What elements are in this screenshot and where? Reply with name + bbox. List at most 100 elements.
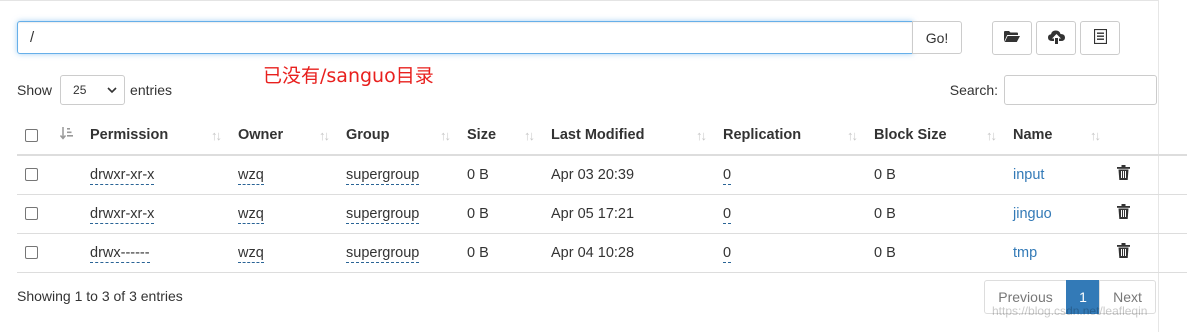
column-header-permission[interactable]: Permission ↑↓	[82, 116, 230, 156]
column-header-owner[interactable]: Owner ↑↓	[230, 116, 338, 156]
path-input[interactable]	[17, 21, 913, 54]
permission-cell: drwx------	[82, 233, 230, 273]
name-cell: jinguo	[1005, 194, 1109, 234]
search-input[interactable]	[1004, 75, 1157, 105]
file-name-link[interactable]: input	[1013, 167, 1044, 183]
last-modified-cell: Apr 03 20:39	[543, 155, 715, 195]
row-checkbox[interactable]	[25, 168, 38, 182]
name-cell: tmp	[1005, 233, 1109, 273]
search-control: Search:	[950, 75, 1157, 105]
view-list-button[interactable]	[1080, 21, 1120, 55]
sort-arrows-icon: ↑↓	[440, 128, 451, 143]
select-all-checkbox[interactable]	[25, 128, 38, 142]
size-cell: 0 B	[459, 233, 543, 273]
replication-cell: 0	[715, 155, 866, 195]
list-icon	[1093, 28, 1107, 47]
group-cell: supergroup	[338, 233, 459, 273]
file-name-link[interactable]: jinguo	[1013, 206, 1052, 222]
sort-header[interactable]	[52, 116, 82, 156]
group-cell: supergroup	[338, 155, 459, 195]
block-size-cell: 0 B	[866, 233, 1005, 273]
row-select-cell	[17, 194, 52, 234]
replication-value[interactable]: 0	[723, 166, 732, 185]
red-annotation: 已没有/sanguo目录	[263, 65, 434, 87]
trash-icon[interactable]	[1117, 243, 1130, 258]
permission-value[interactable]: drwxr-xr-x	[90, 205, 155, 224]
sort-arrows-icon: ↑↓	[1090, 128, 1101, 143]
column-label: Replication	[723, 127, 802, 143]
sort-arrows-icon: ↑↓	[696, 128, 707, 143]
column-header-size[interactable]: Size ↑↓	[459, 116, 543, 156]
owner-value[interactable]: wzq	[238, 244, 264, 263]
actions-cell	[1109, 233, 1187, 273]
table-info: Showing 1 to 3 of 3 entries	[17, 288, 183, 304]
owner-value[interactable]: wzq	[238, 166, 264, 185]
cloud-upload-icon	[1047, 30, 1065, 47]
empty-cell	[52, 233, 82, 273]
column-header-group[interactable]: Group ↑↓	[338, 116, 459, 156]
go-button[interactable]: Go!	[912, 21, 962, 54]
sort-amount-icon	[59, 127, 74, 144]
row-select-cell	[17, 155, 52, 195]
permission-value[interactable]: drwx------	[90, 244, 150, 263]
permission-value[interactable]: drwxr-xr-x	[90, 166, 155, 185]
sort-arrows-icon: ↑↓	[319, 128, 330, 143]
column-label: Name	[1013, 127, 1053, 143]
replication-value[interactable]: 0	[723, 205, 732, 224]
replication-cell: 0	[715, 194, 866, 234]
size-cell: 0 B	[459, 155, 543, 195]
sort-arrows-icon: ↑↓	[986, 128, 997, 143]
block-size-cell: 0 B	[866, 155, 1005, 195]
sort-arrows-icon: ↑↓	[524, 128, 535, 143]
trash-icon[interactable]	[1117, 204, 1130, 219]
actions-cell	[1109, 155, 1187, 195]
upload-button[interactable]	[1036, 21, 1076, 55]
last-modified-cell: Apr 04 10:28	[543, 233, 715, 273]
row-checkbox[interactable]	[25, 246, 38, 260]
actions-cell	[1109, 194, 1187, 234]
row-checkbox[interactable]	[25, 207, 38, 221]
replication-value[interactable]: 0	[723, 244, 732, 263]
column-header-last-modified[interactable]: Last Modified ↑↓	[543, 116, 715, 156]
column-label: Last Modified	[551, 127, 645, 143]
chevron-down-icon	[107, 83, 117, 97]
last-modified-cell: Apr 05 17:21	[543, 194, 715, 234]
column-header-replication[interactable]: Replication ↑↓	[715, 116, 866, 156]
empty-cell	[52, 194, 82, 234]
owner-cell: wzq	[230, 194, 338, 234]
size-cell: 0 B	[459, 194, 543, 234]
block-size-cell: 0 B	[866, 194, 1005, 234]
top-divider	[0, 0, 1158, 1]
replication-cell: 0	[715, 233, 866, 273]
trash-icon[interactable]	[1117, 165, 1130, 181]
folder-open-icon	[1004, 30, 1020, 46]
create-directory-button[interactable]	[992, 21, 1032, 55]
page-length-control: Show 25 entries	[17, 74, 172, 106]
table-row: drwx------ wzq supergroup 0 B Apr 04 10:…	[17, 233, 1187, 273]
owner-value[interactable]: wzq	[238, 205, 264, 224]
column-header-name[interactable]: Name ↑↓	[1005, 116, 1109, 156]
select-all-header	[17, 116, 52, 156]
file-table: Permission ↑↓ Owner ↑↓ Group ↑↓ Size ↑↓ Last…	[17, 116, 1187, 273]
group-value[interactable]: supergroup	[346, 205, 420, 224]
watermark: https://blog.csdn.net/leafleqin	[992, 304, 1148, 318]
group-value[interactable]: supergroup	[346, 244, 420, 263]
page-length-select[interactable]: 25	[60, 75, 126, 105]
group-value[interactable]: supergroup	[346, 166, 420, 185]
table-header-row: Permission ↑↓ Owner ↑↓ Group ↑↓ Size ↑↓ Last…	[17, 116, 1187, 156]
table-row: drwxr-xr-x wzq supergroup 0 B Apr 03 20:…	[17, 155, 1187, 195]
actions-header	[1109, 116, 1187, 156]
sort-arrows-icon: ↑↓	[847, 128, 858, 143]
name-cell: input	[1005, 155, 1109, 195]
column-label: Block Size	[874, 127, 947, 143]
row-select-cell	[17, 233, 52, 273]
show-label: Show	[17, 82, 53, 98]
file-name-link[interactable]: tmp	[1013, 245, 1037, 261]
entries-label: entries	[130, 82, 173, 98]
permission-cell: drwxr-xr-x	[82, 194, 230, 234]
owner-cell: wzq	[230, 233, 338, 273]
column-header-block-size[interactable]: Block Size ↑↓	[866, 116, 1005, 156]
permission-cell: drwxr-xr-x	[82, 155, 230, 195]
group-cell: supergroup	[338, 194, 459, 234]
column-label: Group	[346, 127, 390, 143]
